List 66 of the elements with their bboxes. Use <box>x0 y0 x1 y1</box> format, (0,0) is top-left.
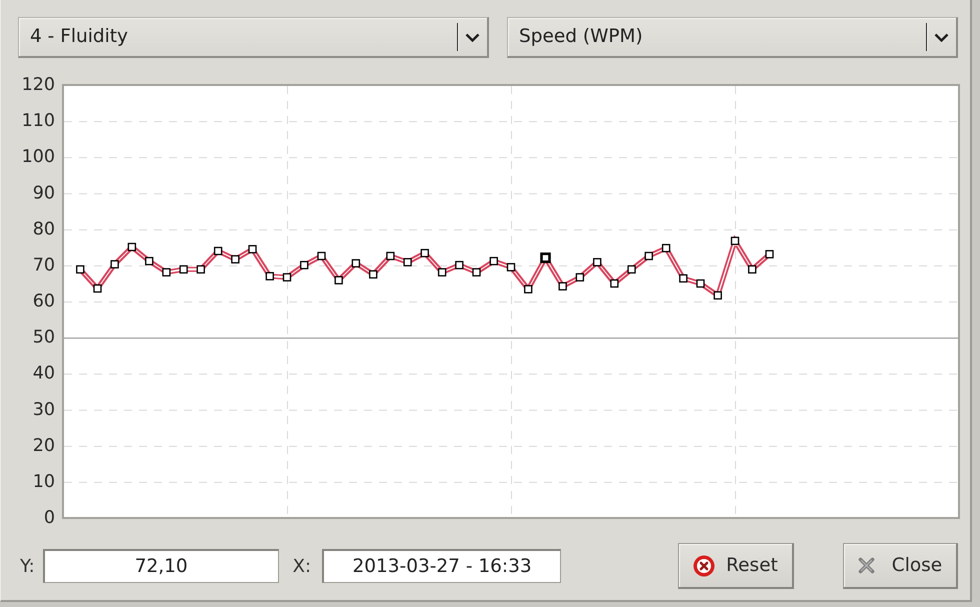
data-point[interactable] <box>696 279 705 288</box>
data-point[interactable] <box>282 273 292 282</box>
y-axis-label: 110 <box>22 111 55 132</box>
data-point[interactable] <box>352 259 360 268</box>
y-axis-label: 80 <box>32 219 55 240</box>
y-axis-label: 100 <box>22 147 55 168</box>
chevron-down-icon <box>465 32 480 42</box>
reset-button[interactable]: Reset <box>678 543 794 589</box>
y-axis-label: 20 <box>32 436 55 456</box>
data-point[interactable] <box>248 245 257 254</box>
y-axis-label: 0 <box>44 508 55 528</box>
data-point[interactable] <box>266 272 274 280</box>
y-axis-label: 50 <box>32 328 55 348</box>
data-point[interactable] <box>76 265 84 274</box>
dropdown[interactable]: Speed (WPM) <box>507 17 958 58</box>
data-point[interactable] <box>644 252 653 260</box>
data-point[interactable] <box>369 270 378 279</box>
y-axis-label: 10 <box>32 472 55 492</box>
dropdown[interactable]: 4 - Fluidity <box>18 17 489 58</box>
data-point[interactable] <box>128 242 136 252</box>
y-axis-label: 60 <box>32 292 55 312</box>
y-axis-label: 40 <box>32 364 55 384</box>
value-field[interactable]: 72,10 <box>42 549 279 583</box>
data-point[interactable] <box>662 244 670 252</box>
data-point[interactable] <box>93 284 102 293</box>
data-point[interactable] <box>524 285 532 294</box>
data-point[interactable] <box>455 260 464 270</box>
data-point[interactable] <box>593 258 602 266</box>
chevron-down-icon <box>934 32 949 42</box>
data-point[interactable] <box>679 274 688 283</box>
y-axis-label: 90 <box>32 183 55 204</box>
data-point[interactable] <box>627 265 636 274</box>
data-point[interactable] <box>558 282 567 290</box>
close-button[interactable]: Close <box>843 543 958 589</box>
selected-data-point[interactable] <box>540 252 551 264</box>
data-point[interactable] <box>765 250 774 258</box>
data-point[interactable] <box>231 255 240 264</box>
data-point[interactable] <box>730 236 740 246</box>
data-point[interactable] <box>714 291 722 300</box>
data-point[interactable] <box>403 258 412 266</box>
data-point[interactable] <box>196 265 205 274</box>
cancel-icon <box>693 554 716 576</box>
data-point[interactable] <box>179 265 188 274</box>
data-point[interactable] <box>420 248 429 258</box>
data-point[interactable] <box>317 252 326 260</box>
field-label: Y: <box>20 554 35 578</box>
y-axis-label: 30 <box>32 400 55 420</box>
data-point[interactable] <box>610 279 619 288</box>
data-point[interactable] <box>506 263 516 272</box>
data-point[interactable] <box>748 265 756 274</box>
y-axis-label: 120 <box>22 76 55 95</box>
value-field[interactable]: 2013-03-27 - 16:33 <box>322 549 562 583</box>
data-point[interactable] <box>162 268 171 276</box>
data-point[interactable] <box>110 260 119 268</box>
data-point[interactable] <box>334 276 343 284</box>
data-point[interactable] <box>438 268 446 276</box>
data-point[interactable] <box>145 256 154 266</box>
y-axis-label: 70 <box>32 255 55 276</box>
data-point[interactable] <box>214 246 222 256</box>
data-point[interactable] <box>472 268 481 276</box>
data-point[interactable] <box>576 273 584 282</box>
close-icon <box>858 557 875 574</box>
field-label: X: <box>292 554 312 578</box>
data-point[interactable] <box>300 260 308 270</box>
data-point[interactable] <box>386 252 395 260</box>
data-point[interactable] <box>490 256 498 266</box>
